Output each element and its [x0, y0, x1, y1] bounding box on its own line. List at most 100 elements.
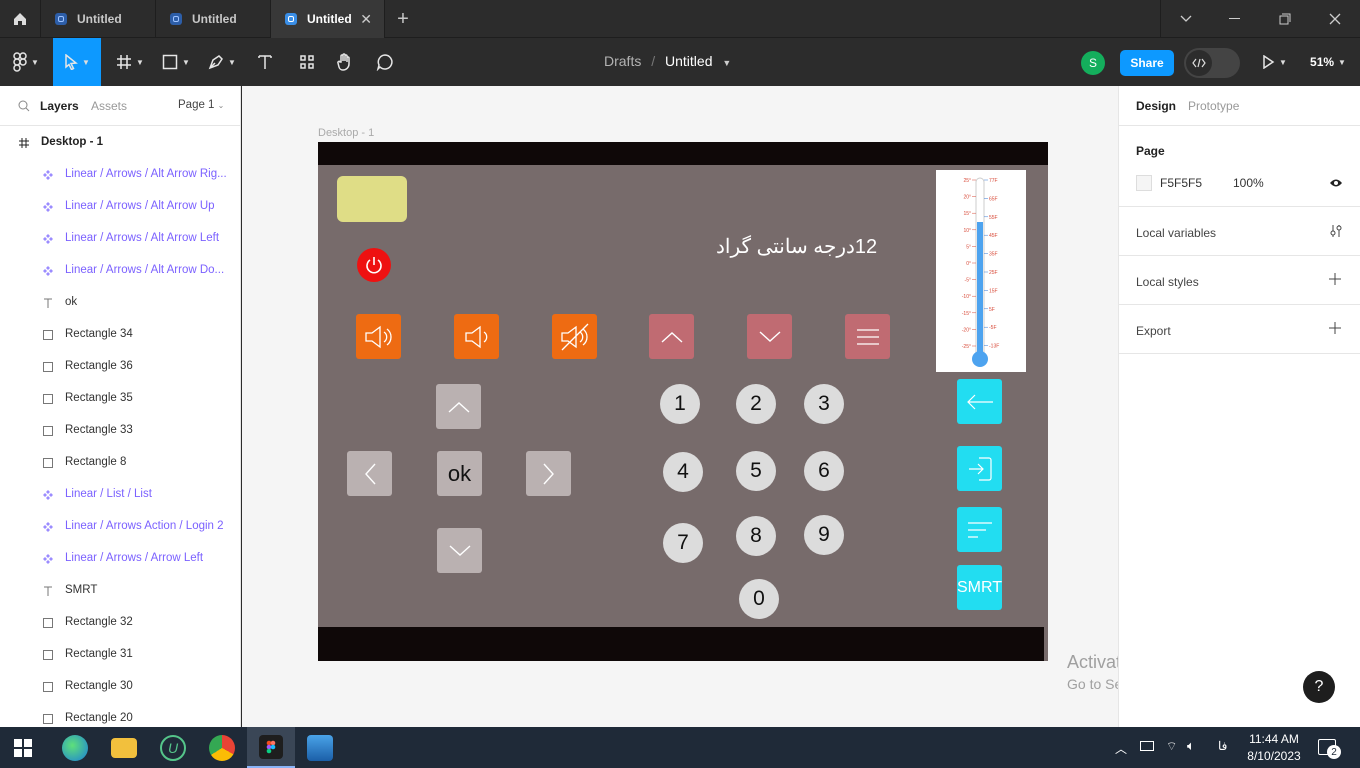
- number-button-4[interactable]: 4: [663, 452, 703, 492]
- back-button[interactable]: [957, 379, 1002, 424]
- tab-assets[interactable]: Assets: [91, 99, 127, 113]
- layer-row[interactable]: Linear / Arrows / Alt Arrow Left: [0, 223, 241, 255]
- shape-tool-button[interactable]: ▼: [156, 38, 196, 86]
- language-indicator[interactable]: فا: [1218, 739, 1227, 753]
- resources-button[interactable]: [292, 38, 322, 86]
- number-button-1[interactable]: 1: [660, 384, 700, 424]
- yellow-display[interactable]: [337, 176, 407, 222]
- layer-row[interactable]: SMRT: [0, 575, 241, 607]
- file-name[interactable]: Untitled: [665, 53, 712, 69]
- frame-label[interactable]: Desktop - 1: [318, 127, 374, 139]
- help-button[interactable]: ?: [1303, 671, 1335, 703]
- frame-tool-button[interactable]: ▼: [110, 38, 150, 86]
- layer-row[interactable]: Rectangle 8: [0, 447, 241, 479]
- layer-row[interactable]: Linear / Arrows / Alt Arrow Up: [0, 191, 241, 223]
- number-button-5[interactable]: 5: [736, 451, 776, 491]
- chevron-down-icon[interactable]: ▼: [722, 58, 731, 68]
- minimize-icon[interactable]: [1212, 0, 1258, 38]
- layer-frame[interactable]: Desktop - 1: [0, 127, 241, 159]
- breadcrumb-drafts[interactable]: Drafts: [604, 53, 641, 69]
- layer-row[interactable]: Rectangle 32: [0, 607, 241, 639]
- layer-row[interactable]: Rectangle 31: [0, 639, 241, 671]
- share-button[interactable]: Share: [1120, 50, 1174, 76]
- layer-row[interactable]: Rectangle 30: [0, 671, 241, 703]
- text-tool-button[interactable]: [250, 38, 280, 86]
- tab-prototype[interactable]: Prototype: [1188, 99, 1239, 113]
- dpad-right-button[interactable]: [526, 451, 571, 496]
- tab-design[interactable]: Design: [1136, 99, 1176, 113]
- desktop-frame[interactable]: 12درجه سانتی گراد ok 1 2 3 4 5 6 7 8 9 0…: [318, 142, 1048, 661]
- layer-row[interactable]: Rectangle 35: [0, 383, 241, 415]
- close-window-icon[interactable]: [1312, 0, 1358, 38]
- ok-button[interactable]: ok: [437, 451, 482, 496]
- layer-row[interactable]: Linear / Arrows / Arrow Left: [0, 543, 241, 575]
- channel-down-button[interactable]: [747, 314, 792, 359]
- battery-icon[interactable]: [1140, 741, 1154, 751]
- volume-up-button[interactable]: [356, 314, 401, 359]
- layer-row[interactable]: Linear / Arrows / Alt Arrow Do...: [0, 255, 241, 287]
- new-tab-button[interactable]: +: [385, 0, 421, 38]
- layer-row[interactable]: Rectangle 34: [0, 319, 241, 351]
- dpad-left-button[interactable]: [347, 451, 392, 496]
- number-button-9[interactable]: 9: [804, 515, 844, 555]
- layer-row[interactable]: Rectangle 33: [0, 415, 241, 447]
- dpad-down-button[interactable]: [437, 528, 482, 573]
- close-tab-icon[interactable]: ✕: [360, 11, 372, 28]
- file-explorer-icon[interactable]: [111, 738, 137, 758]
- restore-icon[interactable]: [1262, 0, 1308, 38]
- dev-mode-toggle[interactable]: [1184, 48, 1240, 78]
- pen-tool-button[interactable]: ▼: [202, 38, 242, 86]
- number-button-2[interactable]: 2: [736, 384, 776, 424]
- windows-start-icon[interactable]: [14, 739, 32, 762]
- search-icon[interactable]: [18, 100, 30, 112]
- volume-icon[interactable]: 🔈︎: [1187, 738, 1195, 754]
- menu-button[interactable]: [845, 314, 890, 359]
- clock[interactable]: 11:44 AM 8/10/2023: [1238, 731, 1310, 765]
- file-tab-1[interactable]: Untitled: [41, 0, 156, 38]
- layer-row[interactable]: Linear / Arrows / Alt Arrow Rig...: [0, 159, 241, 191]
- dpad-up-button[interactable]: [436, 384, 481, 429]
- chrome-icon[interactable]: [209, 735, 235, 761]
- home-tab[interactable]: [0, 0, 41, 38]
- canvas[interactable]: Desktop - 1 12درجه سانتی گراد ok 1 2 3 4…: [242, 86, 1118, 727]
- page-opacity-value[interactable]: 100%: [1233, 176, 1264, 190]
- wifi-icon[interactable]: ⌔: [1166, 739, 1177, 754]
- number-button-7[interactable]: 7: [663, 523, 703, 563]
- page-color-swatch[interactable]: [1136, 175, 1152, 191]
- eye-icon[interactable]: [1329, 178, 1343, 188]
- layer-row[interactable]: Rectangle 36: [0, 351, 241, 383]
- edge-browser-icon[interactable]: [62, 735, 88, 761]
- layer-row[interactable]: ok: [0, 287, 241, 319]
- present-button[interactable]: ▼: [1256, 38, 1292, 86]
- chevron-up-icon[interactable]: ︿: [1115, 740, 1127, 757]
- local-variables-row[interactable]: Local variables: [1119, 207, 1360, 256]
- photos-icon[interactable]: [307, 735, 333, 761]
- notifications-icon[interactable]: 2: [1318, 739, 1341, 759]
- comment-tool-button[interactable]: [370, 38, 400, 86]
- upwork-icon[interactable]: U: [160, 735, 186, 761]
- file-tab-3-active[interactable]: Untitled ✕: [271, 0, 385, 38]
- hand-tool-button[interactable]: [330, 38, 360, 86]
- local-styles-row[interactable]: Local styles: [1119, 256, 1360, 305]
- plus-icon[interactable]: [1329, 322, 1341, 334]
- plus-icon[interactable]: [1329, 273, 1341, 285]
- power-button[interactable]: [357, 248, 391, 282]
- login-button[interactable]: [957, 446, 1002, 491]
- page-selector[interactable]: Page 1 ⌄: [178, 99, 224, 111]
- list-button[interactable]: [957, 507, 1002, 552]
- number-button-0[interactable]: 0: [739, 579, 779, 619]
- smrt-button[interactable]: SMRT: [957, 565, 1002, 610]
- tab-layers[interactable]: Layers: [40, 99, 79, 113]
- number-button-3[interactable]: 3: [804, 384, 844, 424]
- mute-button[interactable]: [552, 314, 597, 359]
- number-button-6[interactable]: 6: [804, 451, 844, 491]
- number-button-8[interactable]: 8: [736, 516, 776, 556]
- volume-down-button[interactable]: [454, 314, 499, 359]
- channel-up-button[interactable]: [649, 314, 694, 359]
- layer-row[interactable]: Linear / List / List: [0, 479, 241, 511]
- page-color-value[interactable]: F5F5F5: [1160, 176, 1202, 190]
- sliders-icon[interactable]: [1329, 224, 1343, 238]
- zoom-control[interactable]: 51% ▼: [1306, 38, 1350, 86]
- figma-taskbar-item[interactable]: [247, 727, 295, 768]
- avatar[interactable]: S: [1081, 51, 1105, 75]
